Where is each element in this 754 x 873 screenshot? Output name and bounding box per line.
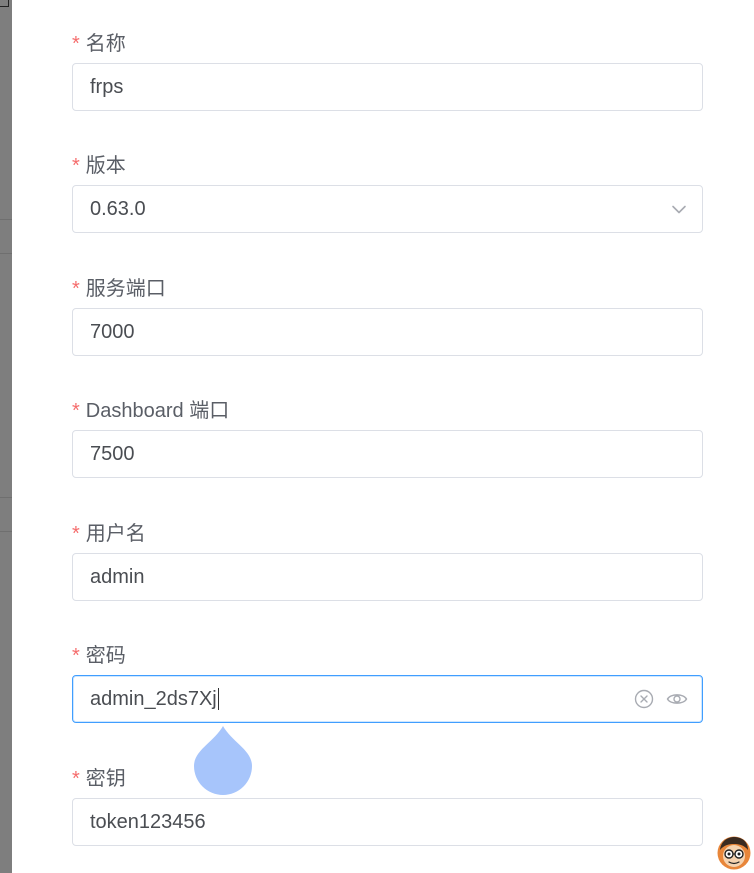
required-asterisk: * (72, 33, 80, 55)
service-port-input[interactable]: 7000 (72, 308, 703, 356)
name-input[interactable]: frps (72, 63, 703, 111)
chevron-down-icon (670, 200, 688, 218)
form-item-dashboard-port: * Dashboard 端口 7500 (72, 399, 703, 478)
service-port-label: * 服务端口 (72, 277, 703, 301)
required-asterisk: * (72, 645, 80, 667)
form-item-service-port: * 服务端口 7000 (72, 277, 703, 356)
backdrop-corner-mark (0, 0, 9, 7)
name-label-text: 名称 (85, 33, 126, 55)
dashboard-port-label: * Dashboard 端口 (72, 399, 703, 423)
required-asterisk: * (72, 155, 80, 177)
service-port-input-value: 7000 (90, 320, 135, 343)
secret-key-label: * 密钥 (72, 767, 703, 791)
name-input-value: frps (90, 75, 124, 98)
form-item-version: * 版本 0.63.0 (72, 154, 703, 233)
dashboard-port-label-text: Dashboard 端口 (85, 400, 230, 422)
required-asterisk: * (72, 278, 80, 300)
form-item-name: * 名称 frps (72, 32, 703, 111)
drawer-backdrop[interactable] (0, 0, 12, 873)
version-label: * 版本 (72, 154, 703, 178)
circle-close-icon[interactable] (634, 689, 654, 709)
text-caret (217, 688, 219, 711)
username-input-value: admin (90, 565, 145, 588)
secret-key-input[interactable]: token123456 (72, 798, 703, 846)
backdrop-divider (0, 497, 12, 498)
username-label: * 用户名 (72, 522, 703, 546)
form-item-username: * 用户名 admin (72, 522, 703, 601)
version-select-value: 0.63.0 (90, 197, 146, 220)
version-label-text: 版本 (85, 155, 126, 177)
password-label-text: 密码 (85, 645, 126, 667)
eye-icon[interactable] (666, 689, 688, 709)
required-asterisk: * (72, 768, 80, 790)
username-input[interactable]: admin (72, 553, 703, 601)
service-port-label-text: 服务端口 (85, 278, 166, 300)
password-input-value: admin_2ds7Xj (90, 688, 634, 711)
form-item-secret-key: * 密钥 token123456 (72, 767, 703, 846)
version-select[interactable]: 0.63.0 (72, 185, 703, 233)
password-label: * 密码 (72, 644, 703, 668)
secret-key-label-text: 密钥 (85, 768, 126, 790)
username-label-text: 用户名 (85, 523, 146, 545)
secret-key-input-value: token123456 (90, 810, 206, 833)
backdrop-divider (0, 253, 12, 254)
required-asterisk: * (72, 400, 80, 422)
dashboard-port-input-value: 7500 (90, 442, 135, 465)
name-label: * 名称 (72, 32, 703, 56)
backdrop-divider (0, 219, 12, 220)
password-input[interactable]: admin_2ds7Xj (72, 675, 703, 723)
assistant-avatar-icon[interactable] (717, 836, 751, 870)
form-item-password: * 密码 admin_2ds7Xj (72, 644, 703, 723)
required-asterisk: * (72, 523, 80, 545)
password-input-text: admin_2ds7Xj (90, 687, 217, 710)
dashboard-port-input[interactable]: 7500 (72, 430, 703, 478)
touch-indicator-drop (194, 726, 252, 795)
backdrop-divider (0, 531, 12, 532)
